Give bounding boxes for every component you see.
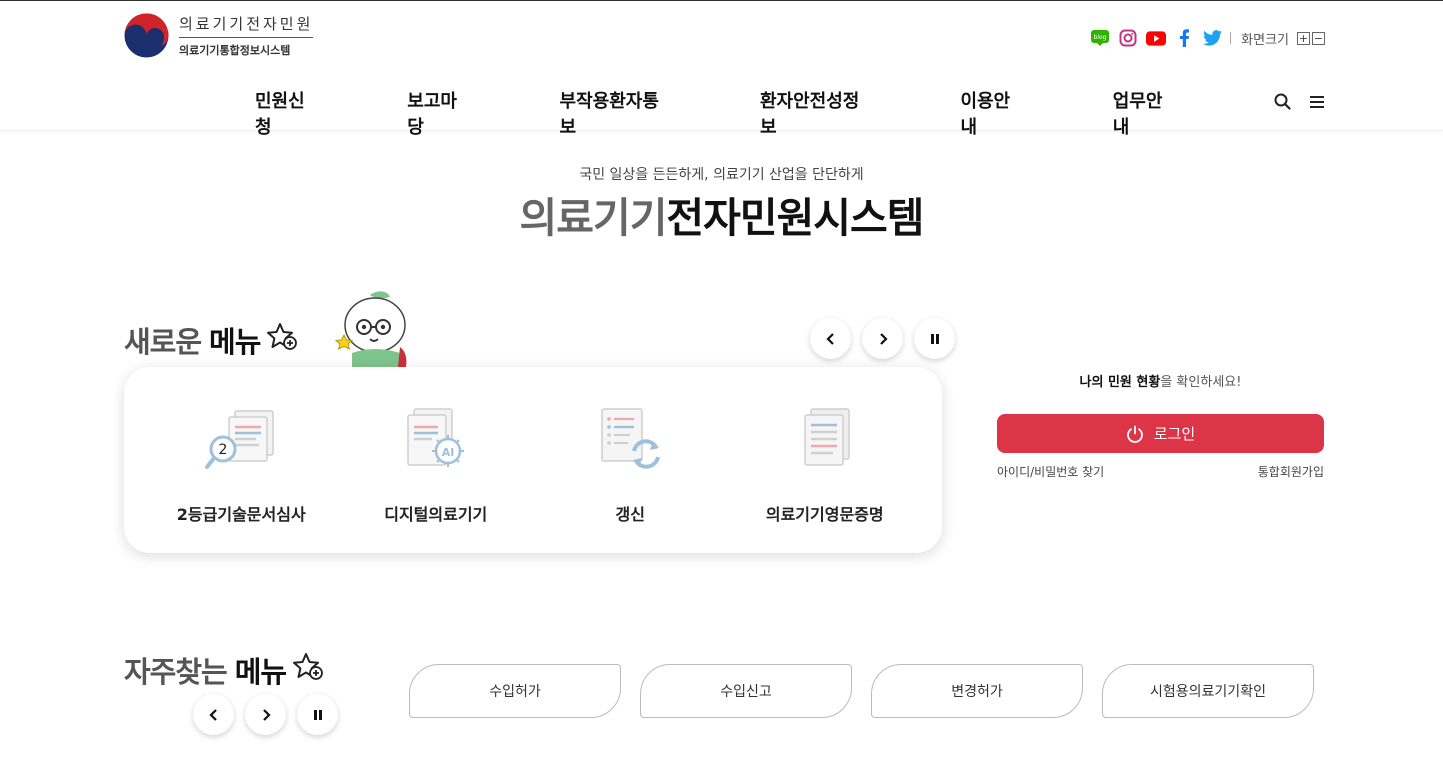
pause-button[interactable] [297,694,338,735]
join-member-link[interactable]: 통합회원가입 [1258,463,1324,480]
hamburger-menu-icon[interactable] [1309,94,1325,113]
nav-item-usage-guide[interactable]: 이용안내 [916,87,1068,139]
find-id-password-link[interactable]: 아이디/비밀번호 찾기 [997,463,1104,480]
new-menu-controls [810,318,955,359]
frequent-menu-controls [193,694,338,735]
my-status-text: 나의 민원 현황을 확인하세요! [997,371,1324,390]
government-emblem-icon [124,13,169,58]
nav-item-civil-application[interactable]: 민원신청 [211,87,363,139]
chevron-right-icon [879,332,888,345]
main-nav: 민원신청 보고마당 부작용환자통보 환자안전성정보 이용안내 업무안내 [211,87,1221,139]
new-menu-title-dark: 메뉴 [209,325,261,359]
frequent-menu-title-dark: 메뉴 [234,655,287,689]
chevron-right-icon [262,708,271,721]
quick-link-trial-device[interactable]: 시험용의료기기확인 [1102,664,1314,718]
hero-subtitle: 국민 일상을 든든하게, 의료기기 산업을 단단하게 [579,167,864,183]
new-menu-title: 새로운 메뉴 [124,319,298,361]
youtube-icon[interactable] [1146,28,1167,48]
nav-item-patient-safety[interactable]: 환자안전성정보 [716,87,916,139]
new-menu-card: 2 2등급기술문서심사 AI 디지털의료기기 갱신 의료기기영문증명 [124,367,942,553]
prev-button[interactable] [193,694,234,735]
site-logo[interactable]: 의료기기전자민원 의료기기통합정보시스템 [124,13,314,58]
chevron-left-icon [825,332,834,345]
facebook-icon[interactable] [1174,28,1194,48]
power-icon [1126,425,1143,443]
next-button[interactable] [862,318,903,359]
search-icon[interactable] [1274,93,1291,114]
sns-links: blog 화면크기 + − [1090,28,1325,48]
star-plus-icon [266,322,298,359]
nav-item-business-guide[interactable]: 업무안내 [1069,87,1221,139]
header-utilities [1274,93,1325,114]
font-size-minus-button[interactable]: − [1312,31,1325,45]
font-size-plus-button[interactable]: + [1297,31,1310,45]
menu-english-certificate[interactable]: 의료기기영문증명 [728,367,923,553]
chevron-left-icon [208,708,217,721]
menu-renewal[interactable]: 갱신 [533,367,728,553]
menu-label: 갱신 [615,505,645,524]
star-plus-icon [292,652,324,689]
quick-link-import-report[interactable]: 수입신고 [640,664,852,718]
nav-item-adverse-event[interactable]: 부작용환자통보 [516,87,716,139]
new-menu-title-gray: 새로운 [124,325,202,359]
font-size-label: 화면크기 [1241,32,1289,48]
svg-text:blog: blog [1094,34,1107,41]
menu-class2-tech-review[interactable]: 2 2등급기술문서심사 [144,367,339,553]
login-button[interactable]: 로그인 [997,414,1324,453]
menu-label: 의료기기영문증명 [765,505,884,524]
menu-label: 디지털의료기기 [384,505,488,524]
renewal-document-icon [601,408,661,469]
account-links: 아이디/비밀번호 찾기 통합회원가입 [997,463,1324,480]
pause-icon [930,333,939,344]
divider [1230,32,1232,44]
pause-icon [313,709,322,720]
login-label: 로그인 [1153,425,1196,443]
svg-text:AI: AI [441,446,454,459]
blog-icon[interactable]: blog [1090,28,1110,48]
quick-link-change-permit[interactable]: 변경허가 [871,664,1083,718]
document-magnifier-icon: 2 [205,410,274,469]
menu-digital-medical-device[interactable]: AI 디지털의료기기 [339,367,534,553]
logo-subtitle: 의료기기통합정보시스템 [179,44,291,57]
ai-document-icon: AI [407,408,464,467]
twitter-icon[interactable] [1202,28,1222,48]
next-button[interactable] [245,694,286,735]
instagram-icon[interactable] [1118,28,1138,48]
quick-link-import-permit[interactable]: 수입허가 [409,664,621,718]
status-bold: 나의 민원 현황 [1079,375,1161,390]
hero-title: 의료기기전자민원시스템 [0,184,1443,244]
status-rest: 을 확인하세요! [1160,375,1242,390]
certificate-document-icon [804,408,850,466]
hero-title-dark: 전자민원시스템 [666,194,924,242]
site-header: 의료기기전자민원 의료기기통합정보시스템 blog 화면크기 + − 민원신청 … [0,1,1443,138]
prev-button[interactable] [810,318,851,359]
frequent-menu-title-gray: 자주찾는 [124,655,228,689]
menu-label: 2등급기술문서심사 [176,505,306,524]
logo-title: 의료기기전자민원 [179,13,314,38]
hero-title-gray: 의료기기 [519,194,668,242]
svg-text:2: 2 [219,442,228,458]
mascot-illustration [330,287,412,373]
frequent-menu-title: 자주찾는 메뉴 [124,649,324,691]
pause-button[interactable] [914,318,955,359]
nav-item-report[interactable]: 보고마당 [363,87,515,139]
